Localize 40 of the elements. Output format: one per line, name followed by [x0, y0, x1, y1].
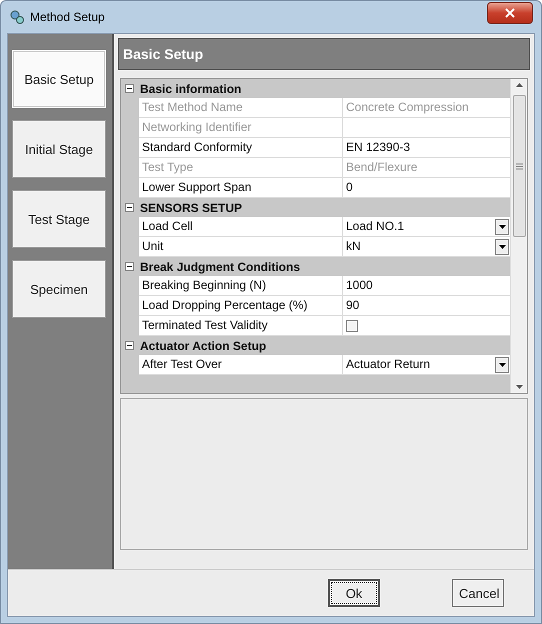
sidebar-item[interactable]: Specimen [12, 260, 106, 318]
property-name: Test Type [139, 158, 343, 177]
property-value[interactable]: 1000 [346, 276, 510, 295]
property-name: Load Dropping Percentage (%) [139, 296, 343, 315]
collapse-icon[interactable] [125, 84, 134, 93]
group-title: Break Judgment Conditions [140, 260, 300, 274]
group-title: Actuator Action Setup [140, 338, 266, 352]
ok-button[interactable]: Ok [328, 579, 380, 607]
property-value[interactable]: 0 [346, 178, 510, 197]
property-name: Load Cell [139, 217, 343, 236]
grip-icon [516, 162, 522, 170]
property-value[interactable]: EN 12390-3 [346, 138, 510, 157]
property-value[interactable]: kN [346, 237, 495, 256]
property-name: Terminated Test Validity [139, 316, 343, 335]
property-name: Standard Conformity [139, 138, 343, 157]
collapse-icon[interactable] [125, 262, 134, 271]
sidebar-item[interactable]: Initial Stage [12, 120, 106, 178]
window-title: Method Setup [30, 10, 106, 24]
collapse-icon[interactable] [125, 203, 134, 212]
property-value[interactable]: 90 [346, 296, 510, 315]
collapse-icon[interactable] [125, 341, 134, 350]
gears-icon [9, 9, 25, 25]
property-name: Test Method Name [139, 98, 343, 117]
property-name: Networking Identifier [139, 118, 343, 137]
property-name: Lower Support Span [139, 178, 343, 197]
close-icon [505, 8, 515, 18]
property-name: After Test Over [139, 355, 343, 374]
group-title: Basic information [140, 82, 242, 96]
property-name: Breaking Beginning (N) [139, 276, 343, 295]
panel-title: Basic Setup [118, 38, 530, 70]
scrollbar[interactable] [510, 79, 527, 393]
property-value[interactable]: Load NO.1 [346, 217, 495, 236]
property-value[interactable]: Actuator Return [346, 355, 495, 374]
group-title: SENSORS SETUP [140, 200, 242, 214]
close-button[interactable] [487, 2, 533, 24]
checkbox[interactable] [346, 320, 358, 332]
property-name: Unit [139, 237, 343, 256]
sidebar-item[interactable]: Basic Setup [12, 50, 106, 108]
sidebar-item[interactable]: Test Stage [12, 190, 106, 248]
cancel-button[interactable]: Cancel [452, 579, 504, 607]
